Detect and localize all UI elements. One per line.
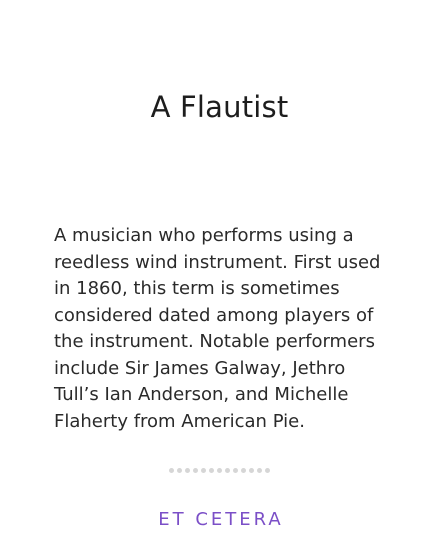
divider-dot bbox=[169, 468, 174, 473]
brand-wordmark: ET CETERA bbox=[158, 509, 284, 530]
divider-dot bbox=[177, 468, 182, 473]
definition-card: A Flautist A musician who performs using… bbox=[0, 0, 439, 557]
card-title: A Flautist bbox=[150, 90, 289, 124]
divider-dot bbox=[225, 468, 230, 473]
divider-dot bbox=[241, 468, 246, 473]
divider-dot bbox=[257, 468, 262, 473]
divider-dot bbox=[249, 468, 254, 473]
divider-dot bbox=[201, 468, 206, 473]
divider-dot bbox=[193, 468, 198, 473]
divider-dot bbox=[265, 468, 270, 473]
dotted-divider bbox=[0, 468, 439, 473]
divider-dot bbox=[217, 468, 222, 473]
card-definition: A musician who performs using a reedless… bbox=[54, 225, 381, 432]
divider-dot bbox=[185, 468, 190, 473]
divider-dot bbox=[233, 468, 238, 473]
divider-dot bbox=[209, 468, 214, 473]
